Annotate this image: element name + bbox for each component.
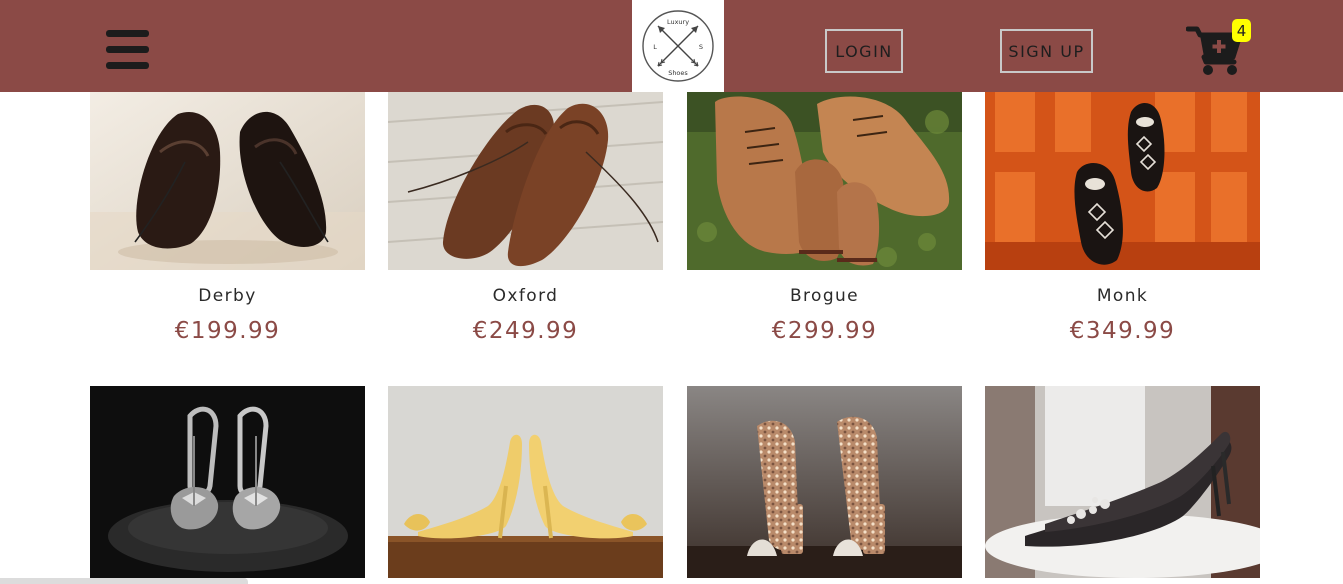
svg-text:Luxury: Luxury	[667, 18, 689, 26]
product-image[interactable]	[90, 386, 365, 578]
hamburger-icon[interactable]	[106, 30, 149, 70]
cart-count-badge: 4	[1232, 19, 1251, 42]
product-price: €299.99	[771, 318, 878, 344]
product-image[interactable]	[388, 386, 663, 578]
product-price: €249.99	[472, 318, 579, 344]
product-image[interactable]	[687, 386, 962, 578]
product-name[interactable]: Derby	[90, 286, 365, 306]
product-image-brogue[interactable]	[687, 92, 962, 270]
svg-text:L: L	[653, 43, 657, 51]
product-price: €349.99	[1069, 318, 1176, 344]
product-image[interactable]	[985, 386, 1260, 578]
horizontal-scrollbar[interactable]	[0, 578, 248, 584]
product-image-monk[interactable]	[985, 92, 1260, 270]
crossed-arrows-logo-icon: Luxury Shoes L S	[642, 10, 714, 82]
svg-text:S: S	[699, 43, 703, 51]
product-price: €199.99	[174, 318, 281, 344]
brand-logo[interactable]: Luxury Shoes L S	[632, 0, 724, 92]
signup-button[interactable]: SIGN UP	[1000, 29, 1093, 73]
product-name[interactable]: Oxford	[388, 286, 663, 306]
product-image-oxford[interactable]	[388, 92, 663, 270]
product-name[interactable]: Monk	[985, 286, 1260, 306]
product-image-derby[interactable]	[90, 92, 365, 270]
svg-text:Shoes: Shoes	[668, 69, 688, 77]
login-button[interactable]: LOGIN	[825, 29, 903, 73]
product-name[interactable]: Brogue	[687, 286, 962, 306]
site-header: Luxury Shoes L S LOGIN SIGN UP 4	[0, 0, 1343, 92]
